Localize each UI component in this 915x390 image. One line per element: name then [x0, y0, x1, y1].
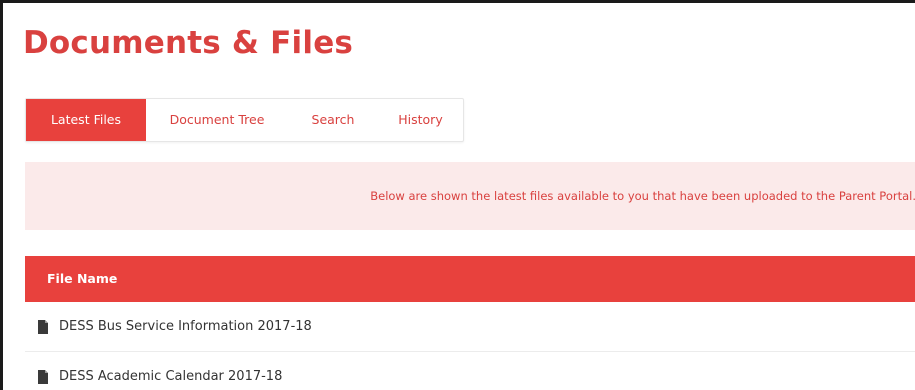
info-banner: Below are shown the latest files availab… [25, 162, 915, 230]
tab-document-tree[interactable]: Document Tree [146, 99, 288, 141]
file-icon [35, 369, 51, 385]
files-table: File Name DESS Bus Service Information 2… [25, 256, 915, 390]
table-row[interactable]: DESS Academic Calendar 2017-18 [25, 352, 915, 390]
file-name[interactable]: DESS Bus Service Information 2017-18 [59, 319, 312, 334]
page-title: Documents & Files [23, 25, 354, 61]
column-header-file-name: File Name [25, 256, 915, 302]
documents-panel: Documents & Files Latest Files Document … [0, 0, 915, 390]
tab-history[interactable]: History [378, 99, 463, 141]
table-row[interactable]: DESS Bus Service Information 2017-18 [25, 302, 915, 352]
tab-latest-files[interactable]: Latest Files [26, 99, 146, 141]
file-name[interactable]: DESS Academic Calendar 2017-18 [59, 369, 282, 384]
tab-search[interactable]: Search [288, 99, 378, 141]
file-icon [35, 319, 51, 335]
info-message: Below are shown the latest files availab… [370, 189, 915, 203]
tab-bar: Latest Files Document Tree Search Histor… [25, 98, 464, 142]
